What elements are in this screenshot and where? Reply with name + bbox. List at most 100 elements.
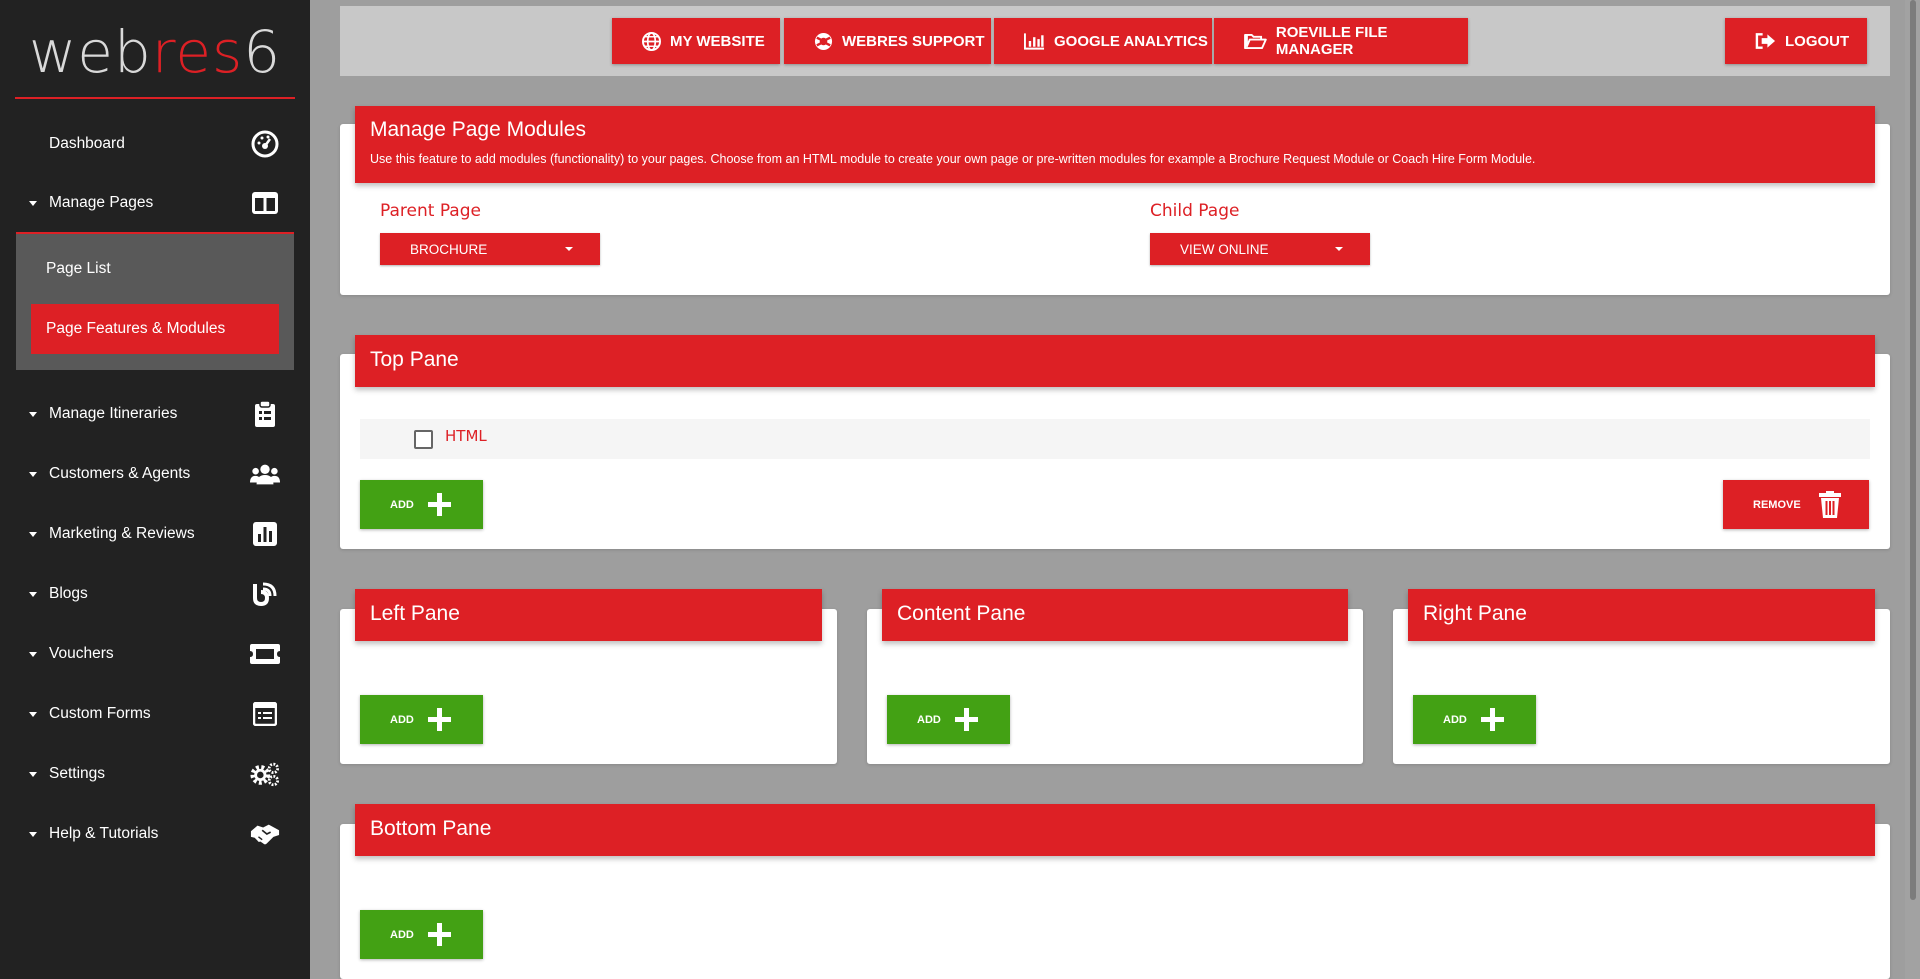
- dashboard-icon: [250, 129, 280, 159]
- button-label: ADD: [917, 713, 941, 726]
- button-label: MY WEBSITE: [670, 32, 765, 50]
- sidebar-item-settings[interactable]: Settings: [0, 744, 310, 804]
- sidebar-item-blogs[interactable]: Blogs: [0, 564, 310, 624]
- users-icon: [250, 459, 280, 489]
- gears-icon: [250, 759, 280, 789]
- logout-icon: [1755, 33, 1776, 49]
- plus-icon: [428, 708, 451, 731]
- columns-icon: [250, 188, 280, 218]
- sidebar-item-dashboard[interactable]: Dashboard: [0, 114, 310, 174]
- plus-icon: [428, 493, 451, 516]
- content-pane-header: Content Pane: [882, 589, 1348, 641]
- module-row-html: HTML: [360, 419, 1870, 459]
- sidebar-item-customers-agents[interactable]: Customers & Agents: [0, 444, 310, 504]
- left-pane-title: Left Pane: [370, 602, 460, 625]
- top-pane-add-button[interactable]: ADD: [360, 480, 483, 529]
- button-label: REMOVE: [1753, 498, 1801, 511]
- button-label: ADD: [1443, 713, 1467, 726]
- my-website-button[interactable]: MY WEBSITE: [612, 18, 780, 64]
- clipboard-icon: [250, 399, 280, 429]
- plus-icon: [1481, 708, 1504, 731]
- globe-icon: [642, 31, 661, 51]
- sidebar-item-label: Dashboard: [49, 135, 125, 152]
- parent-page-label: Parent Page: [380, 201, 481, 221]
- right-pane-add-button[interactable]: ADD: [1413, 695, 1536, 744]
- html-module-checkbox[interactable]: [414, 430, 433, 449]
- sidebar-item-label: Blogs: [49, 585, 88, 602]
- plus-icon: [428, 923, 451, 946]
- right-pane-header: Right Pane: [1408, 589, 1875, 641]
- left-pane-add-button[interactable]: ADD: [360, 695, 483, 744]
- ticket-icon: [250, 639, 280, 669]
- chevron-down-icon: [29, 471, 37, 477]
- sidebar-item-page-list[interactable]: Page List: [31, 244, 279, 294]
- button-label: WEBRES SUPPORT: [842, 32, 985, 50]
- plus-icon: [955, 708, 978, 731]
- button-label: GOOGLE ANALYTICS: [1054, 32, 1208, 50]
- button-label: ADD: [390, 928, 414, 941]
- sidebar-item-manage-pages[interactable]: Manage Pages: [16, 174, 294, 234]
- parent-page-value: BROCHURE: [410, 241, 488, 257]
- chevron-down-icon: [29, 771, 37, 777]
- roeville-file-manager-button[interactable]: ROEVILLE FILE MANAGER: [1214, 18, 1468, 64]
- chevron-down-icon: [565, 247, 573, 251]
- button-label: ROEVILLE FILE MANAGER: [1275, 24, 1388, 58]
- webres-support-button[interactable]: WEBRES SUPPORT: [784, 18, 991, 64]
- top-pane-header: Top Pane: [355, 335, 1875, 387]
- sidebar-item-manage-itineraries[interactable]: Manage Itineraries: [0, 384, 310, 444]
- google-analytics-button[interactable]: GOOGLE ANALYTICS: [994, 18, 1212, 64]
- content-pane-add-button[interactable]: ADD: [887, 695, 1010, 744]
- content-pane-title: Content Pane: [897, 602, 1026, 625]
- analytics-chart-icon: [1024, 33, 1045, 50]
- handshake-icon: [250, 819, 280, 849]
- lifebuoy-icon: [814, 32, 833, 50]
- page-title: Manage Page Modules: [370, 118, 586, 141]
- blog-icon: [250, 579, 280, 609]
- top-pane-title: Top Pane: [370, 348, 459, 371]
- logo-text-6: 6: [243, 18, 282, 86]
- logout-button[interactable]: LOGOUT: [1725, 18, 1867, 64]
- sidebar-item-help-tutorials[interactable]: Help & Tutorials: [0, 804, 310, 864]
- chevron-down-icon: [29, 531, 37, 537]
- page-scrollbar[interactable]: [1905, 0, 1920, 979]
- bottom-pane-header: Bottom Pane: [355, 804, 1875, 856]
- manage-pages-submenu: Page List Page Features & Modules: [16, 234, 294, 370]
- button-label: LOGOUT: [1785, 32, 1850, 50]
- sidebar-item-label: Marketing & Reviews: [49, 525, 195, 542]
- bottom-pane-title: Bottom Pane: [370, 817, 492, 840]
- chevron-down-icon: [29, 651, 37, 657]
- chevron-down-icon: [29, 831, 37, 837]
- bar-chart-icon: [250, 519, 280, 549]
- parent-page-dropdown[interactable]: BROCHURE: [380, 233, 600, 265]
- sidebar-item-label: Customers & Agents: [49, 465, 191, 482]
- child-page-label: Child Page: [1150, 201, 1240, 221]
- sidebar-item-vouchers[interactable]: Vouchers: [0, 624, 310, 684]
- chevron-down-icon: [29, 411, 37, 417]
- folder-open-icon: [1244, 33, 1267, 49]
- chevron-down-icon: [29, 711, 37, 717]
- form-icon: [250, 699, 280, 729]
- sidebar-item-page-features-modules[interactable]: Page Features & Modules: [31, 304, 279, 354]
- sidebar-item-marketing-reviews[interactable]: Marketing & Reviews: [0, 504, 310, 564]
- button-label: ADD: [390, 713, 414, 726]
- sidebar-item-label: Manage Pages: [49, 194, 154, 211]
- top-toolbar: MY WEBSITE WEBRES SUPPORT GOOGLE ANALYTI…: [340, 6, 1890, 76]
- sidebar-item-label: Custom Forms: [49, 705, 151, 722]
- scrollbar-thumb[interactable]: [1910, 0, 1916, 900]
- left-pane-header: Left Pane: [355, 589, 822, 641]
- manage-page-modules-header: Manage Page Modules Use this feature to …: [355, 106, 1875, 183]
- modules-description: Use this feature to add modules (functio…: [370, 152, 1536, 166]
- sidebar-item-label: Manage Itineraries: [49, 405, 178, 422]
- chevron-down-icon: [1335, 247, 1343, 251]
- bottom-pane-add-button[interactable]: ADD: [360, 910, 483, 959]
- sidebar-item-label: Settings: [49, 765, 106, 782]
- html-module-label: HTML: [445, 427, 487, 445]
- child-page-value: VIEW ONLINE: [1180, 241, 1269, 257]
- sidebar-item-custom-forms[interactable]: Custom Forms: [0, 684, 310, 744]
- webres6-logo[interactable]: webres6: [15, 0, 295, 99]
- sidebar-item-label: Help & Tutorials: [49, 825, 159, 842]
- child-page-dropdown[interactable]: VIEW ONLINE: [1150, 233, 1370, 265]
- top-pane-remove-button[interactable]: REMOVE: [1723, 480, 1869, 529]
- logo-text-web: web: [28, 18, 152, 86]
- chevron-down-icon: [29, 200, 37, 206]
